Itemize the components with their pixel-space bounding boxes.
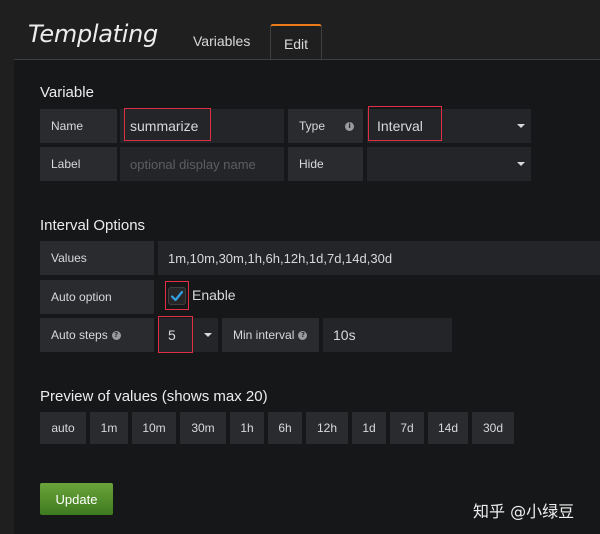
- tab-variables[interactable]: Variables: [193, 33, 250, 49]
- preview-value: 1d: [352, 412, 386, 444]
- type-select-value: Interval: [377, 118, 423, 134]
- type-select[interactable]: Interval: [367, 109, 531, 143]
- values-label: Values: [40, 241, 154, 275]
- preview-value: 1h: [230, 412, 264, 444]
- preview-value: 7d: [390, 412, 424, 444]
- preview-value: 10m: [132, 412, 176, 444]
- header: Templating Variables Edit: [0, 0, 600, 61]
- variable-section-title: Variable: [40, 84, 94, 101]
- interval-options-title: Interval Options: [40, 217, 146, 234]
- info-icon: i: [345, 121, 355, 131]
- type-label: Type i: [288, 109, 363, 143]
- label-label: Label: [40, 147, 117, 181]
- chevron-down-icon: [204, 333, 212, 337]
- chevron-down-icon: [517, 124, 525, 128]
- auto-enable-label: Enable: [192, 287, 236, 303]
- hide-label: Hide: [288, 147, 363, 181]
- preview-value: 6h: [268, 412, 302, 444]
- auto-steps-select[interactable]: 5: [158, 318, 218, 352]
- preview-value: 1m: [90, 412, 128, 444]
- help-icon: ?: [298, 330, 308, 340]
- hide-select[interactable]: [367, 147, 531, 181]
- preview-value: 12h: [306, 412, 348, 444]
- label-input[interactable]: optional display name: [120, 147, 284, 181]
- preview-value: 30m: [180, 412, 226, 444]
- values-input[interactable]: 1m,10m,30m,1h,6h,12h,1d,7d,14d,30d: [158, 241, 600, 275]
- preview-value: 14d: [428, 412, 468, 444]
- auto-steps-value: 5: [168, 327, 176, 343]
- min-interval-input[interactable]: 10s: [323, 318, 452, 352]
- update-button[interactable]: Update: [40, 483, 113, 515]
- chevron-down-icon: [517, 162, 525, 166]
- auto-enable-checkbox[interactable]: [168, 287, 186, 305]
- auto-steps-label: Auto steps ?: [40, 318, 154, 352]
- preview-title: Preview of values (shows max 20): [40, 388, 268, 405]
- help-icon: ?: [111, 330, 121, 340]
- auto-option-label: Auto option: [40, 280, 154, 314]
- min-interval-label-text: Min interval: [233, 328, 295, 342]
- min-interval-label: Min interval ?: [222, 318, 319, 352]
- tab-edit[interactable]: Edit: [270, 24, 322, 61]
- watermark: 知乎 @小绿豆: [473, 502, 575, 521]
- tab-edit-label: Edit: [283, 35, 309, 52]
- type-label-text: Type: [299, 119, 326, 133]
- preview-value: 30d: [472, 412, 514, 444]
- auto-steps-label-text: Auto steps: [51, 328, 108, 342]
- name-label: Name: [40, 109, 117, 143]
- page-title: Templating: [28, 20, 158, 48]
- preview-value: auto: [40, 412, 86, 444]
- check-icon: [170, 290, 184, 302]
- name-input[interactable]: summarize: [120, 109, 284, 143]
